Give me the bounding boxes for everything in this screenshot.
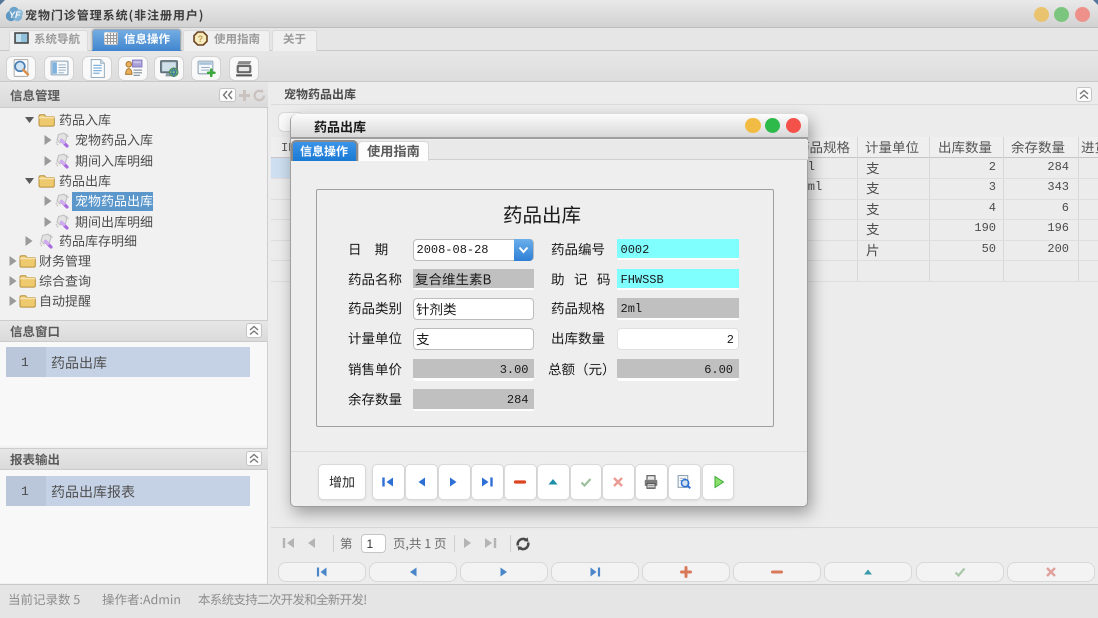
svg-text:YF: YF bbox=[9, 10, 21, 20]
svg-text:?: ? bbox=[198, 34, 204, 44]
